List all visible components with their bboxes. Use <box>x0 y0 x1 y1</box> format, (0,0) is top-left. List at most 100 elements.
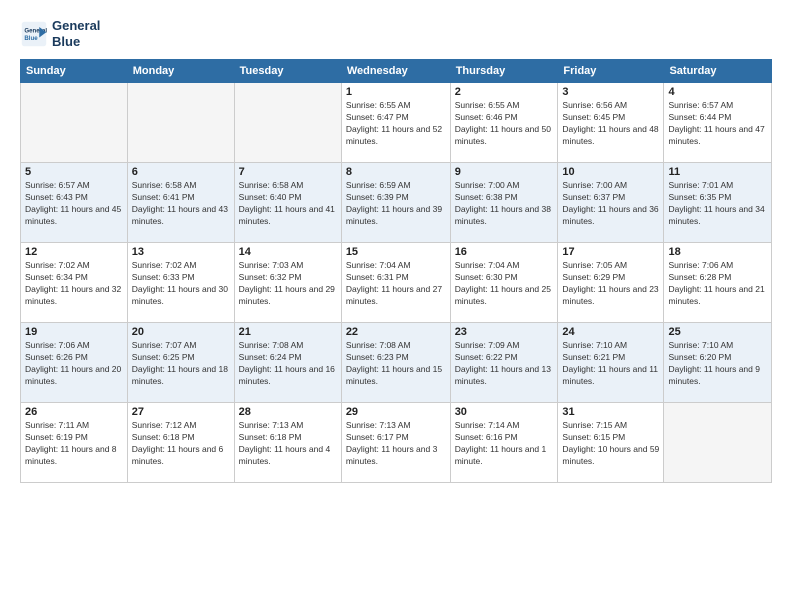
calendar-cell: 7 Sunrise: 6:58 AMSunset: 6:40 PMDaylight… <box>234 163 341 243</box>
day-number: 8 <box>346 166 446 178</box>
day-number: 12 <box>25 246 123 258</box>
day-info: Sunrise: 6:56 AMSunset: 6:45 PMDaylight:… <box>562 100 659 148</box>
day-info: Sunrise: 7:00 AMSunset: 6:37 PMDaylight:… <box>562 180 659 228</box>
weekday-header-friday: Friday <box>558 60 664 83</box>
calendar-cell: 4 Sunrise: 6:57 AMSunset: 6:44 PMDaylight… <box>664 83 772 163</box>
calendar-cell: 17Sunrise: 7:05 AMSunset: 6:29 PMDayligh… <box>558 243 664 323</box>
svg-text:Blue: Blue <box>24 35 38 42</box>
day-number: 7 <box>239 166 337 178</box>
day-number: 30 <box>455 406 554 418</box>
calendar-cell: 1Sunrise: 6:55 AMSunset: 6:47 PMDaylight… <box>341 83 450 163</box>
day-info: Sunrise: 7:07 AMSunset: 6:25 PMDaylight:… <box>132 340 230 388</box>
day-number: 5 <box>25 166 123 178</box>
calendar-cell: 8 Sunrise: 6:59 AMSunset: 6:39 PMDaylight… <box>341 163 450 243</box>
calendar-cell: 15Sunrise: 7:04 AMSunset: 6:31 PMDayligh… <box>341 243 450 323</box>
day-number: 28 <box>239 406 337 418</box>
weekday-header-wednesday: Wednesday <box>341 60 450 83</box>
calendar-cell: 11Sunrise: 7:01 AMSunset: 6:35 PMDayligh… <box>664 163 772 243</box>
day-info: Sunrise: 6:58 AMSunset: 6:41 PMDaylight:… <box>132 180 230 228</box>
day-number: 20 <box>132 326 230 338</box>
calendar-cell: 13 Sunrise: 7:02 AMSunset: 6:33 PMDayligh… <box>127 243 234 323</box>
logo: General Blue GeneralBlue <box>20 18 100 49</box>
day-info: Sunrise: 6:55 AMSunset: 6:47 PMDaylight:… <box>346 100 446 148</box>
calendar-week-row: 12 Sunrise: 7:02 AMSunset: 6:34 PMDayligh… <box>21 243 772 323</box>
day-number: 26 <box>25 406 123 418</box>
header: General Blue GeneralBlue <box>20 18 772 49</box>
day-info: Sunrise: 7:11 AMSunset: 6:19 PMDaylight:… <box>25 420 123 468</box>
day-info: Sunrise: 7:09 AMSunset: 6:22 PMDaylight:… <box>455 340 554 388</box>
day-info: Sunrise: 6:57 AMSunset: 6:43 PMDaylight:… <box>25 180 123 228</box>
day-number: 10 <box>562 166 659 178</box>
weekday-header-monday: Monday <box>127 60 234 83</box>
day-number: 18 <box>668 246 767 258</box>
day-info: Sunrise: 7:04 AMSunset: 6:30 PMDaylight:… <box>455 260 554 308</box>
calendar-cell: 16 Sunrise: 7:04 AMSunset: 6:30 PMDayligh… <box>450 243 558 323</box>
calendar-cell: 20 Sunrise: 7:07 AMSunset: 6:25 PMDayligh… <box>127 323 234 403</box>
calendar-cell: 2 Sunrise: 6:55 AMSunset: 6:46 PMDaylight… <box>450 83 558 163</box>
day-number: 27 <box>132 406 230 418</box>
day-number: 22 <box>346 326 446 338</box>
calendar-cell: 14 Sunrise: 7:03 AMSunset: 6:32 PMDayligh… <box>234 243 341 323</box>
calendar-cell: 18 Sunrise: 7:06 AMSunset: 6:28 PMDayligh… <box>664 243 772 323</box>
day-number: 25 <box>668 326 767 338</box>
day-number: 24 <box>562 326 659 338</box>
day-info: Sunrise: 7:10 AMSunset: 6:21 PMDaylight:… <box>562 340 659 388</box>
calendar-cell: 22 Sunrise: 7:08 AMSunset: 6:23 PMDayligh… <box>341 323 450 403</box>
day-number: 2 <box>455 86 554 98</box>
calendar-cell <box>664 403 772 483</box>
calendar-cell: 3 Sunrise: 6:56 AMSunset: 6:45 PMDaylight… <box>558 83 664 163</box>
weekday-header-thursday: Thursday <box>450 60 558 83</box>
day-info: Sunrise: 7:10 AMSunset: 6:20 PMDaylight:… <box>668 340 767 388</box>
day-number: 6 <box>132 166 230 178</box>
day-number: 16 <box>455 246 554 258</box>
day-number: 4 <box>668 86 767 98</box>
day-number: 17 <box>562 246 659 258</box>
weekday-header-row: SundayMondayTuesdayWednesdayThursdayFrid… <box>21 60 772 83</box>
day-info: Sunrise: 7:12 AMSunset: 6:18 PMDaylight:… <box>132 420 230 468</box>
day-number: 3 <box>562 86 659 98</box>
calendar-week-row: 19 Sunrise: 7:06 AMSunset: 6:26 PMDayligh… <box>21 323 772 403</box>
calendar-cell: 12 Sunrise: 7:02 AMSunset: 6:34 PMDayligh… <box>21 243 128 323</box>
day-number: 14 <box>239 246 337 258</box>
day-info: Sunrise: 7:15 AMSunset: 6:15 PMDaylight:… <box>562 420 659 468</box>
day-info: Sunrise: 7:06 AMSunset: 6:26 PMDaylight:… <box>25 340 123 388</box>
calendar-cell: 26 Sunrise: 7:11 AMSunset: 6:19 PMDayligh… <box>21 403 128 483</box>
calendar-cell: 6 Sunrise: 6:58 AMSunset: 6:41 PMDaylight… <box>127 163 234 243</box>
calendar-cell: 5 Sunrise: 6:57 AMSunset: 6:43 PMDaylight… <box>21 163 128 243</box>
day-number: 21 <box>239 326 337 338</box>
day-info: Sunrise: 7:14 AMSunset: 6:16 PMDaylight:… <box>455 420 554 468</box>
day-info: Sunrise: 7:04 AMSunset: 6:31 PMDaylight:… <box>346 260 446 308</box>
calendar-cell: 30 Sunrise: 7:14 AMSunset: 6:16 PMDayligh… <box>450 403 558 483</box>
calendar-cell: 29 Sunrise: 7:13 AMSunset: 6:17 PMDayligh… <box>341 403 450 483</box>
day-info: Sunrise: 6:57 AMSunset: 6:44 PMDaylight:… <box>668 100 767 148</box>
day-info: Sunrise: 6:58 AMSunset: 6:40 PMDaylight:… <box>239 180 337 228</box>
day-number: 23 <box>455 326 554 338</box>
day-number: 31 <box>562 406 659 418</box>
day-number: 9 <box>455 166 554 178</box>
calendar-cell: 23 Sunrise: 7:09 AMSunset: 6:22 PMDayligh… <box>450 323 558 403</box>
logo-text: GeneralBlue <box>52 18 100 49</box>
calendar-week-row: 1Sunrise: 6:55 AMSunset: 6:47 PMDaylight… <box>21 83 772 163</box>
day-info: Sunrise: 6:59 AMSunset: 6:39 PMDaylight:… <box>346 180 446 228</box>
day-number: 29 <box>346 406 446 418</box>
weekday-header-sunday: Sunday <box>21 60 128 83</box>
day-info: Sunrise: 7:06 AMSunset: 6:28 PMDaylight:… <box>668 260 767 308</box>
calendar-cell: 9Sunrise: 7:00 AMSunset: 6:38 PMDaylight… <box>450 163 558 243</box>
calendar-cell: 25 Sunrise: 7:10 AMSunset: 6:20 PMDayligh… <box>664 323 772 403</box>
day-number: 13 <box>132 246 230 258</box>
day-number: 19 <box>25 326 123 338</box>
day-info: Sunrise: 7:08 AMSunset: 6:23 PMDaylight:… <box>346 340 446 388</box>
calendar-cell: 10 Sunrise: 7:00 AMSunset: 6:37 PMDayligh… <box>558 163 664 243</box>
calendar-cell <box>127 83 234 163</box>
day-info: Sunrise: 6:55 AMSunset: 6:46 PMDaylight:… <box>455 100 554 148</box>
day-info: Sunrise: 7:02 AMSunset: 6:33 PMDaylight:… <box>132 260 230 308</box>
calendar-cell <box>21 83 128 163</box>
weekday-header-tuesday: Tuesday <box>234 60 341 83</box>
day-info: Sunrise: 7:03 AMSunset: 6:32 PMDaylight:… <box>239 260 337 308</box>
day-info: Sunrise: 7:02 AMSunset: 6:34 PMDaylight:… <box>25 260 123 308</box>
calendar-cell <box>234 83 341 163</box>
logo-icon: General Blue <box>20 20 48 48</box>
calendar-cell: 24 Sunrise: 7:10 AMSunset: 6:21 PMDayligh… <box>558 323 664 403</box>
calendar-cell: 19 Sunrise: 7:06 AMSunset: 6:26 PMDayligh… <box>21 323 128 403</box>
day-info: Sunrise: 7:13 AMSunset: 6:17 PMDaylight:… <box>346 420 446 468</box>
